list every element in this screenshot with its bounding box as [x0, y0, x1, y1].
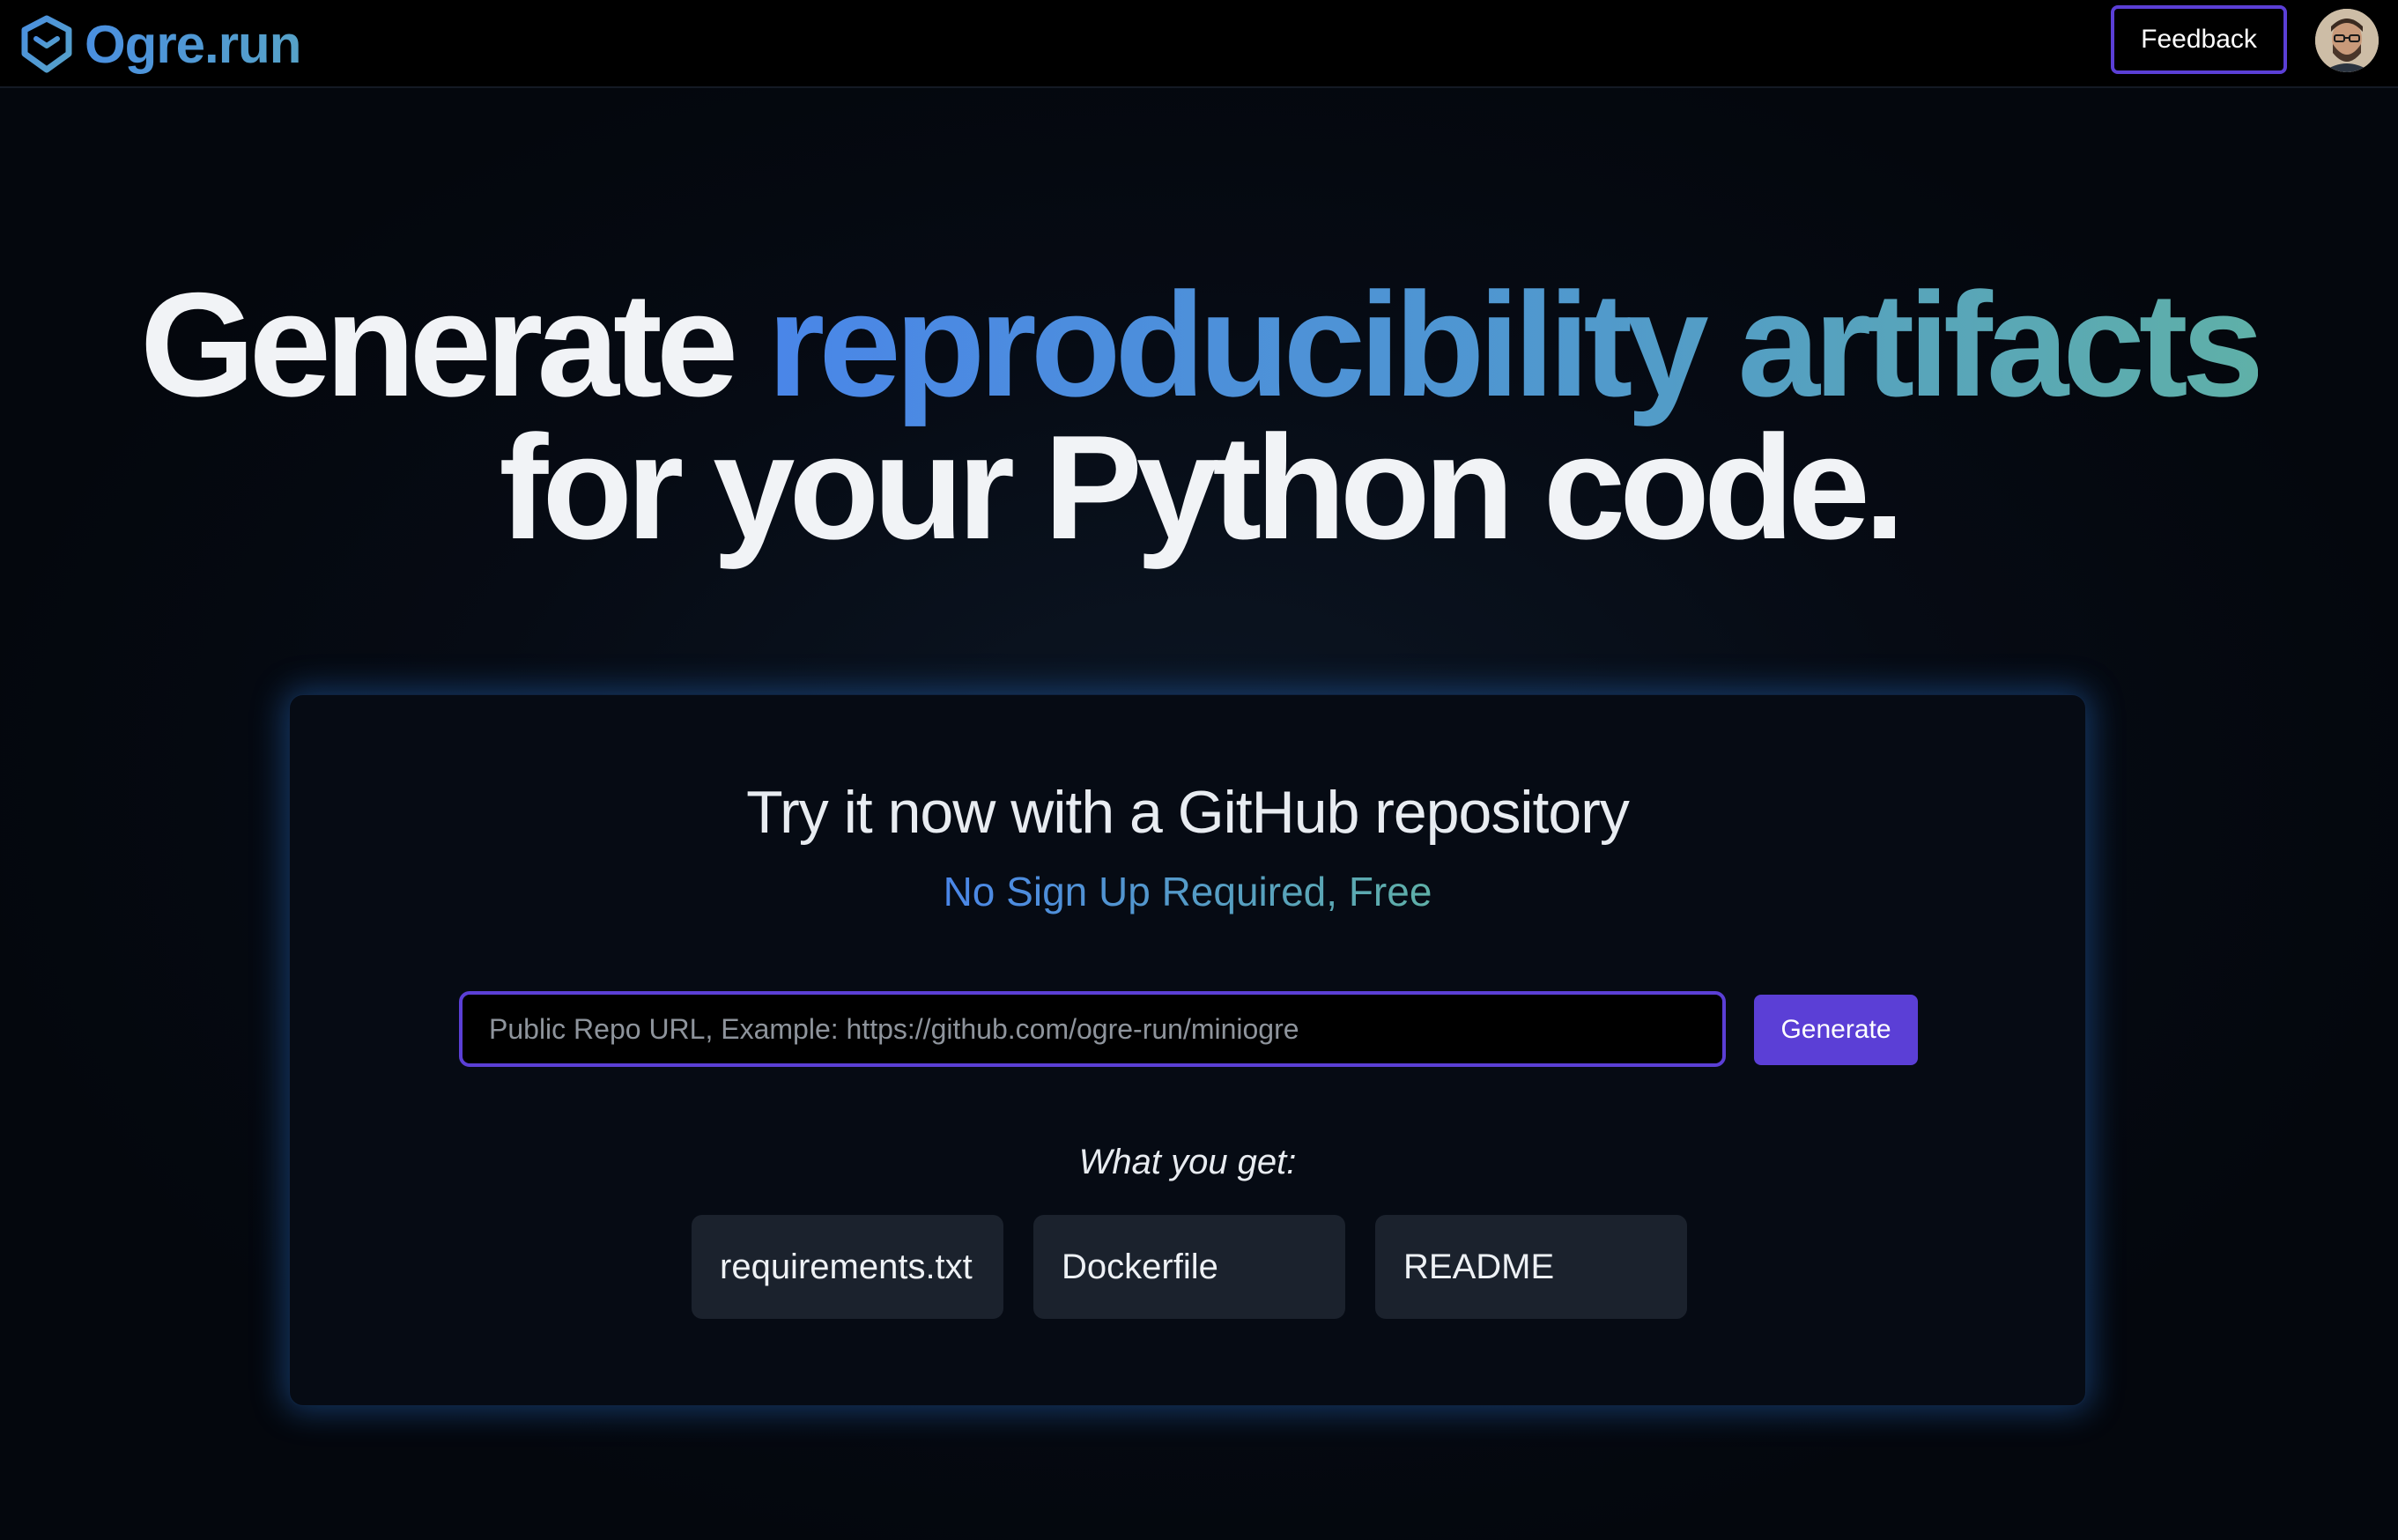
hero-headline: Generate reproducibility artifacts for y… [0, 270, 2398, 570]
hero-line-2: for your Python code. [499, 404, 1905, 570]
card-subtitle-text: No Sign Up Required, Free [943, 869, 1432, 914]
feedback-button[interactable]: Feedback [2111, 5, 2287, 74]
card-subtitle: No Sign Up Required, Free [290, 868, 2085, 915]
what-you-get-label: What you get: [1078, 1143, 1297, 1181]
user-avatar[interactable] [2315, 9, 2379, 72]
card-title: Try it now with a GitHub repository [746, 779, 1630, 846]
artifact-requirements: requirements.txt [692, 1215, 1003, 1319]
hexagon-shield-icon [21, 15, 72, 73]
try-it-card: Try it now with a GitHub repository No S… [289, 694, 2086, 1406]
top-nav: Ogre.run Feedback [0, 0, 2398, 88]
hero-line-1: Generate reproducibility artifacts [0, 270, 2398, 418]
artifact-list: requirements.txt Dockerfile README [692, 1215, 1687, 1319]
repo-url-input[interactable] [459, 991, 1726, 1067]
artifact-readme: README [1375, 1215, 1687, 1319]
brand-name: Ogre.run [85, 14, 301, 74]
generate-button[interactable]: Generate [1754, 995, 1918, 1065]
avatar-image [2315, 9, 2379, 72]
hero-prefix: Generate [139, 262, 738, 427]
brand-logo-link[interactable]: Ogre.run [18, 11, 301, 78]
hero-highlight: reproducibility artifacts [766, 262, 2264, 427]
artifact-dockerfile: Dockerfile [1033, 1215, 1345, 1319]
